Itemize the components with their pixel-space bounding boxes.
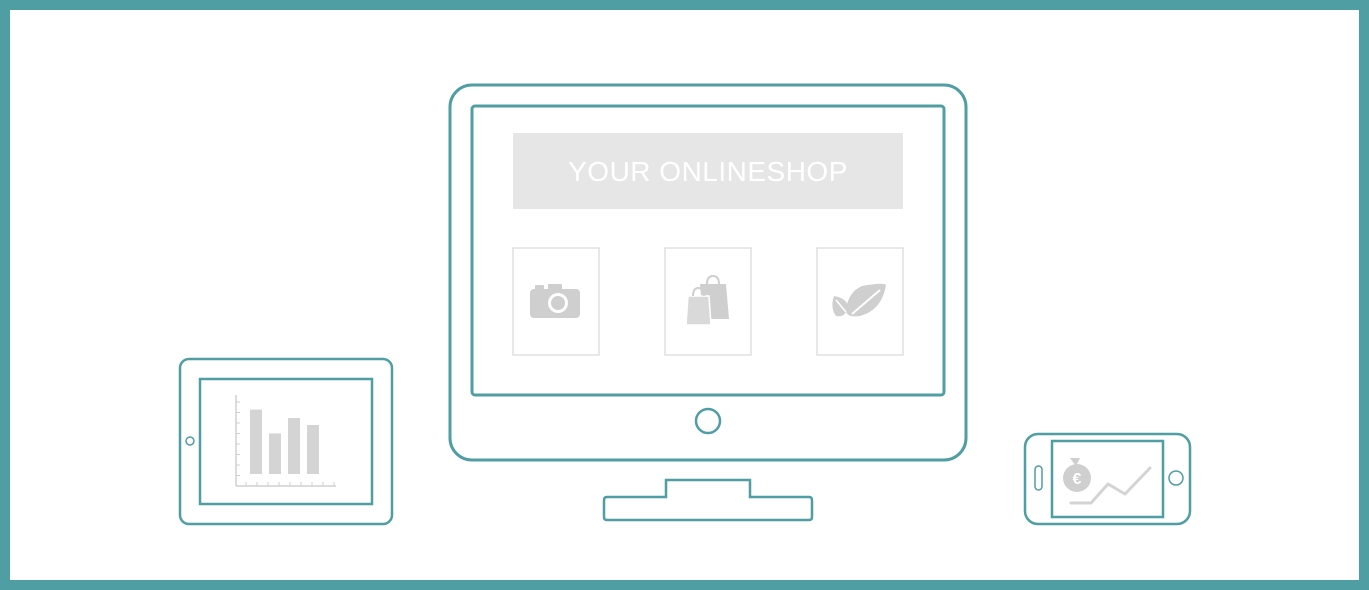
tablet	[178, 357, 394, 526]
devices-illustration: YOUR ONLINESHOP €	[0, 0, 1369, 590]
tablet-chart-bar	[269, 433, 281, 474]
tablet-chart-bar	[250, 409, 262, 474]
monitor: YOUR ONLINESHOP	[448, 83, 968, 522]
svg-text:€: €	[1073, 471, 1082, 488]
camera-icon	[530, 284, 580, 318]
phone: €	[1023, 432, 1192, 526]
phone-speaker	[1034, 465, 1043, 491]
phone-home-button	[1168, 470, 1184, 486]
monitor-power-button	[694, 407, 722, 435]
shop-header-text: YOUR ONLINESHOP	[568, 156, 848, 187]
tablet-chart-bar	[307, 425, 319, 474]
illustration-canvas: YOUR ONLINESHOP €	[0, 0, 1369, 590]
tablet-home-button	[185, 436, 195, 446]
tablet-chart-bar	[288, 418, 300, 474]
monitor-stand	[602, 478, 814, 522]
